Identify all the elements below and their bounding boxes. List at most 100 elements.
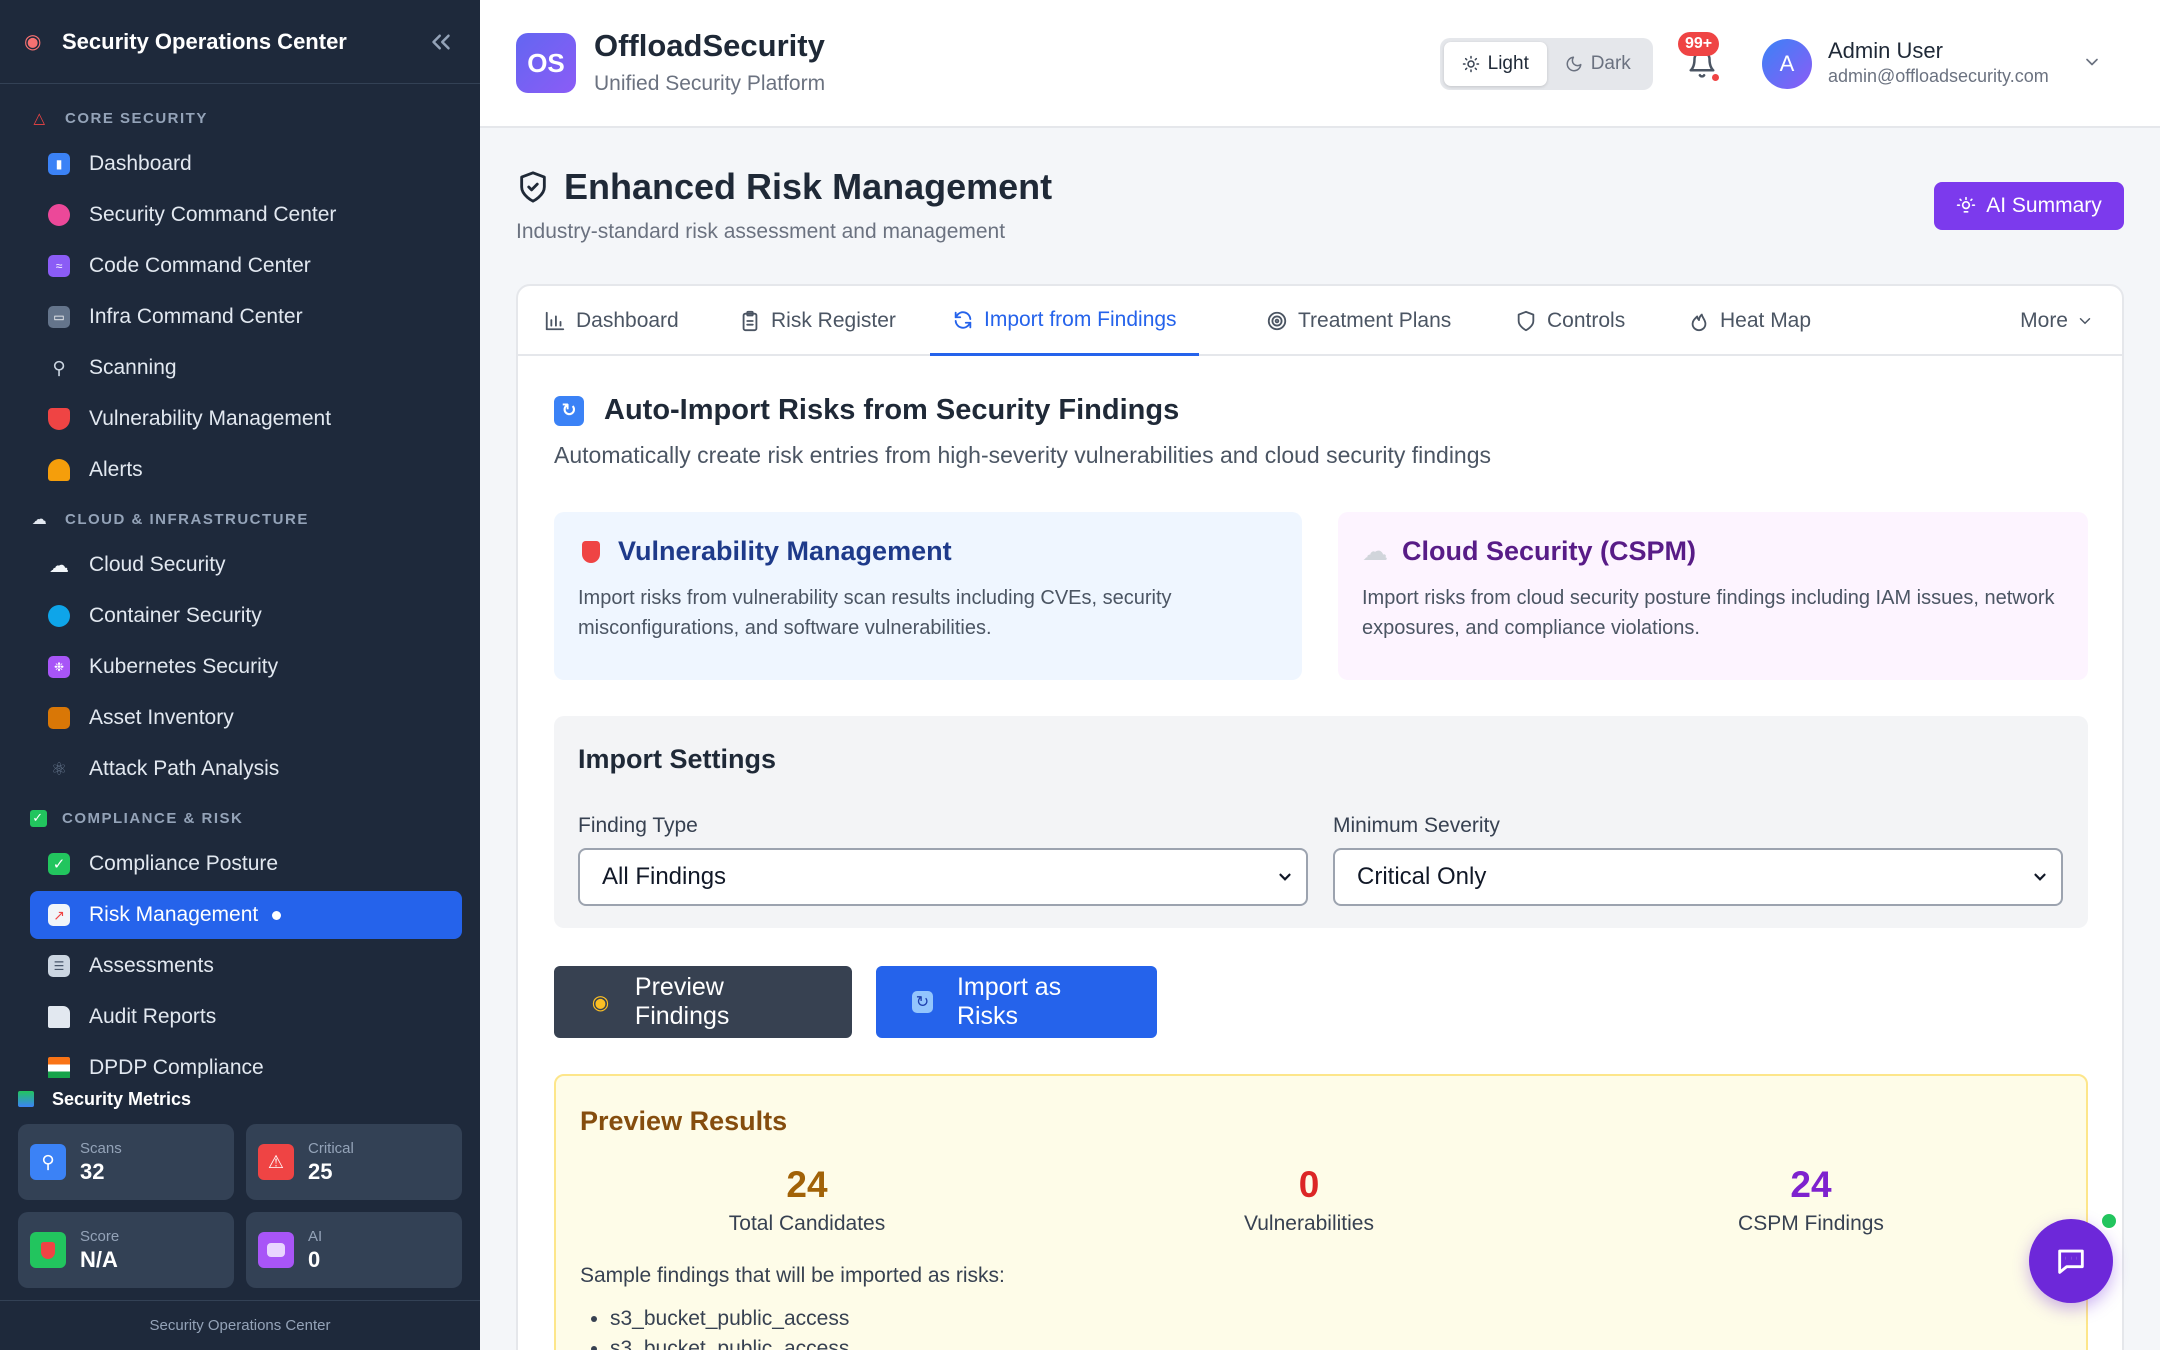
cspm-source-text: Import risks from cloud security posture…: [1362, 587, 2055, 639]
chat-assistant-button[interactable]: [2029, 1219, 2113, 1303]
metric-card-scans[interactable]: ⚲ Scans 32: [18, 1124, 234, 1200]
tab-risk-register[interactable]: Risk Register: [717, 286, 918, 356]
shield-icon: [578, 539, 604, 565]
sidebar-item-container-security[interactable]: Container Security: [30, 592, 462, 640]
light-theme-button[interactable]: Light: [1444, 42, 1547, 86]
metric-value: 0: [308, 1246, 321, 1272]
sidebar-item-dpdp-compliance[interactable]: DPDP Compliance: [30, 1044, 462, 1078]
sidebar-item-audit-reports[interactable]: Audit Reports: [30, 993, 462, 1041]
target-icon: [1267, 311, 1287, 331]
online-status-dot: [2100, 1212, 2118, 1230]
sidebar-item-security-command-center[interactable]: Security Command Center: [30, 191, 462, 239]
lightbulb-icon: [1957, 196, 1976, 213]
tab-controls[interactable]: Controls: [1493, 286, 1647, 356]
cspm-source-title: ☁ Cloud Security (CSPM): [1362, 536, 1697, 566]
collapse-sidebar-icon[interactable]: [426, 27, 456, 57]
eye-icon: ◉: [591, 991, 610, 1014]
preview-findings-button[interactable]: ◉ Preview Findings: [554, 966, 852, 1038]
sidebar-item-assessments[interactable]: ☰ Assessments: [30, 942, 462, 990]
shield-check-icon: [520, 171, 546, 203]
sidebar-item-cloud-security[interactable]: ☁ Cloud Security: [30, 541, 462, 589]
moon-icon: [1566, 56, 1582, 72]
sidebar-item-asset-inventory[interactable]: Asset Inventory: [30, 694, 462, 742]
import-as-risks-button[interactable]: ↻ Import as Risks: [876, 966, 1157, 1038]
metric-card-ai[interactable]: AI 0: [246, 1212, 462, 1288]
section-core-security: △ CORE SECURITY: [0, 96, 480, 140]
security-metrics-title: Security Metrics: [0, 1078, 480, 1120]
risk-management-card: Dashboard Risk Register Import from Find…: [516, 284, 2124, 1350]
tab-import-from-findings[interactable]: Import from Findings: [930, 286, 1199, 356]
stat-vulnerabilities: 0 Vulnerabilities: [1058, 1164, 1560, 1236]
user-name[interactable]: Admin User: [1828, 38, 1943, 64]
shield-icon: [30, 1232, 66, 1268]
page-subtitle: Industry-standard risk assessment and ma…: [516, 220, 1006, 243]
refresh-icon: ↻: [912, 991, 933, 1013]
check-icon: ✓: [30, 809, 47, 827]
whale-icon: [48, 605, 70, 627]
import-settings-title: Import Settings: [578, 744, 777, 774]
flame-icon: [1691, 313, 1707, 332]
metric-value: 32: [80, 1158, 105, 1184]
sidebar-item-kubernetes-security[interactable]: ❉ Kubernetes Security: [30, 643, 462, 691]
bar-chart-icon: [545, 311, 565, 331]
sidebar-title: Security Operations Center: [62, 28, 347, 54]
finding-type-select[interactable]: All Findings: [578, 848, 1308, 906]
sidebar-item-vulnerability-management[interactable]: Vulnerability Management: [30, 395, 462, 443]
cloud-icon: ☁: [1362, 536, 1388, 566]
sidebar-item-alerts[interactable]: Alerts: [30, 446, 462, 494]
minimum-severity-select[interactable]: Critical Only: [1333, 848, 2063, 906]
vulnerability-source-title: Vulnerability Management: [578, 536, 1278, 567]
chevron-down-icon[interactable]: [2082, 52, 2102, 72]
tab-dashboard[interactable]: Dashboard: [522, 286, 701, 356]
notification-count-badge: 99+: [1678, 32, 1720, 56]
sidebar-item-compliance-posture[interactable]: ✓ Compliance Posture: [30, 840, 462, 888]
stat-value: 24: [1790, 1164, 1832, 1205]
metric-card-score[interactable]: Score N/A: [18, 1212, 234, 1288]
sidebar-item-risk-management[interactable]: ↗ Risk Management: [30, 891, 462, 939]
vulnerability-source-card: Vulnerability Management Import risks fr…: [554, 512, 1302, 680]
shield-icon: [1517, 310, 1535, 332]
bar-chart-icon: [18, 1091, 34, 1107]
dark-theme-button[interactable]: Dark: [1547, 42, 1650, 86]
section-cloud-infrastructure: ☁ CLOUD & INFRASTRUCTURE: [31, 510, 309, 529]
shield-icon: △: [33, 110, 47, 127]
tab-treatment-plans[interactable]: Treatment Plans: [1244, 286, 1473, 356]
flag-icon: [48, 1057, 70, 1078]
chevron-down-icon: [2034, 873, 2046, 881]
avatar[interactable]: A: [1762, 39, 1812, 89]
active-indicator: [272, 910, 282, 920]
tab-more[interactable]: More: [1998, 286, 2116, 356]
security-metrics-panel: Security Metrics ⚲ Scans 32 ⚠ Critical 25 …: [0, 1078, 480, 1300]
import-settings-panel: Import Settings Finding Type All Finding…: [554, 716, 2088, 928]
stat-total-candidates: 24 Total Candidates: [556, 1164, 1058, 1236]
preview-results-panel: Preview Results 24 Total Candidates 0 Vu…: [554, 1074, 2088, 1350]
sidebar-item-code-command-center[interactable]: ≈ Code Command Center: [30, 242, 462, 290]
document-icon: [48, 1006, 70, 1028]
cspm-source-card: ☁ Cloud Security (CSPM) Import risks fro…: [1338, 512, 2088, 680]
sidebar: ◉ Security Operations Center △ CORE SECU…: [0, 0, 480, 1350]
magnifier-icon: ⚲: [30, 1144, 66, 1180]
atom-icon: ⚛: [50, 758, 68, 779]
sidebar-item-attack-path-analysis[interactable]: ⚛ Attack Path Analysis: [30, 745, 462, 793]
brain-icon: [48, 204, 70, 226]
list-item: s3_bucket_public_access: [610, 1334, 849, 1350]
metric-card-critical[interactable]: ⚠ Critical 25: [246, 1124, 462, 1200]
sidebar-item-dashboard[interactable]: ▮ Dashboard: [30, 140, 462, 188]
finding-type-label: Finding Type: [578, 814, 698, 837]
stat-cspm-findings: 24 CSPM Findings: [1560, 1164, 2062, 1236]
cloud-icon: ☁: [49, 554, 69, 577]
tab-bar: Dashboard Risk Register Import from Find…: [518, 286, 2122, 356]
stat-value: 24: [786, 1164, 828, 1205]
import-section-title: ↻ Auto-Import Risks from Security Findin…: [554, 394, 1179, 427]
sidebar-item-infra-command-center[interactable]: ▭ Infra Command Center: [30, 293, 462, 341]
metric-value: 25: [308, 1158, 333, 1184]
trend-chart-icon: ↗: [48, 904, 70, 926]
box-icon: [48, 707, 70, 729]
clipboard-icon: ☰: [48, 955, 70, 977]
sidebar-footer: Security Operations Center: [0, 1300, 480, 1350]
sidebar-item-scanning[interactable]: ⚲ Scanning: [30, 344, 462, 392]
refresh-icon: ↻: [554, 395, 584, 426]
tab-heat-map[interactable]: Heat Map: [1666, 286, 1833, 356]
ai-summary-button[interactable]: AI Summary: [1934, 182, 2124, 230]
page-title: Enhanced Risk Management: [516, 166, 1052, 208]
